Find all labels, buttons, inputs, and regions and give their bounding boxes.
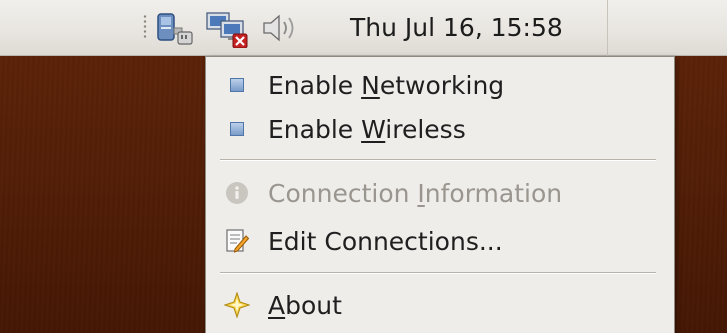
- menu-separator: [220, 272, 656, 274]
- checkbox-icon: [224, 72, 250, 98]
- menu-item-connection-information: Connection Information: [206, 171, 674, 215]
- info-icon: [224, 180, 250, 206]
- network-context-menu: Enable Networking Enable Wireless Connec…: [205, 56, 675, 333]
- edit-document-icon: [224, 228, 250, 254]
- menu-item-edit-connections[interactable]: Edit Connections...: [206, 219, 674, 263]
- network-disconnected-icon[interactable]: [205, 10, 249, 48]
- top-panel: Thu Jul 16, 15:58: [0, 0, 727, 56]
- menu-item-enable-networking[interactable]: Enable Networking: [206, 63, 674, 107]
- network-manager-icon[interactable]: [154, 10, 198, 45]
- menu-item-label: Edit Connections...: [268, 226, 503, 256]
- tray-drag-handle[interactable]: [143, 14, 147, 40]
- menu-item-about[interactable]: About: [206, 283, 674, 327]
- about-star-icon: [224, 292, 250, 318]
- menu-item-label: Connection Information: [268, 178, 563, 208]
- menu-item-enable-wireless[interactable]: Enable Wireless: [206, 107, 674, 151]
- menu-item-label: Enable Wireless: [268, 114, 466, 144]
- panel-separator: [607, 0, 608, 56]
- clock[interactable]: Thu Jul 16, 15:58: [338, 6, 604, 50]
- menu-item-label: Enable Networking: [268, 70, 505, 100]
- menu-separator: [220, 159, 656, 161]
- volume-icon[interactable]: [260, 10, 304, 44]
- menu-item-label: About: [268, 290, 342, 320]
- checkbox-icon: [224, 116, 250, 142]
